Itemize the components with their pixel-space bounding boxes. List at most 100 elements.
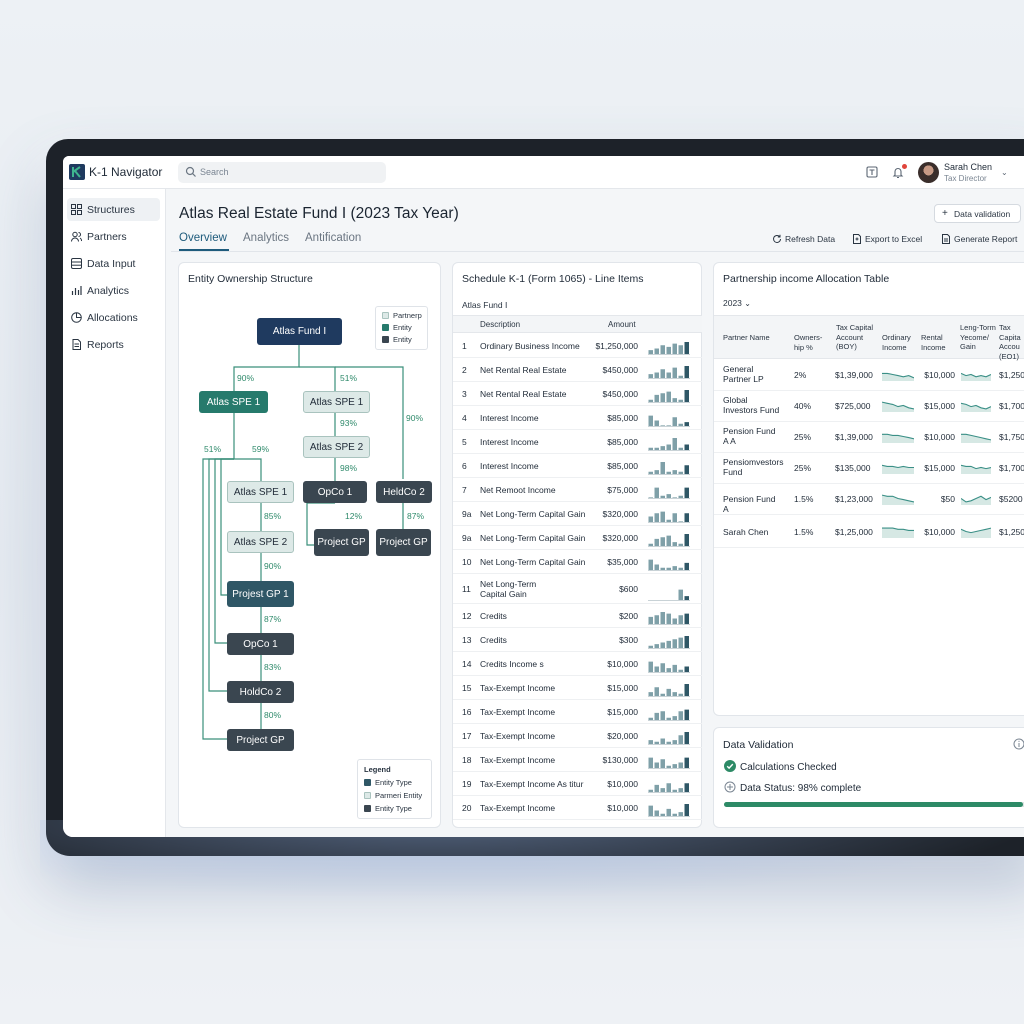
sidebar-item-allocations[interactable]: Allocations (67, 306, 160, 329)
legend-title: Legend (364, 765, 391, 774)
node-atlas-fund[interactable]: Atlas Fund I (257, 318, 342, 345)
table-row[interactable]: 5 Interest Income $85,000 (453, 430, 702, 454)
year-value: 2023 (723, 298, 742, 308)
partners-icon (71, 231, 82, 242)
table-row[interactable]: 1 Ordinary Business Income $1,250,000 (453, 334, 702, 358)
tab-overview[interactable]: Overview (179, 232, 227, 244)
node-atlas-spe1[interactable]: Atlas SPE 1 (303, 391, 370, 413)
year-select[interactable]: 2023 ⌄ (723, 298, 751, 308)
table-row[interactable]: 9a Net Long-Term Capital Gain $320,000 (453, 502, 702, 526)
table-row[interactable]: 4 Interest Income $85,000 (453, 406, 702, 430)
report-icon (942, 234, 950, 244)
table-row[interactable]: 13 Credits $300 (453, 628, 702, 652)
sparkline-area (882, 494, 914, 505)
node-atlas-spe1[interactable]: Atlas SPE 1 (199, 391, 268, 413)
line-number: 3 (462, 389, 467, 399)
node-atlas-spe1[interactable]: Atlas SPE 1 (227, 481, 294, 503)
line-description: Tax-Exempt Income (480, 755, 556, 765)
sidebar-item-analytics[interactable]: Analytics (67, 279, 160, 302)
info-icon[interactable] (1013, 738, 1024, 750)
spark-bar (684, 534, 689, 547)
table-row[interactable]: 19 Tax-Exempt Income As titur $10,000 (453, 772, 702, 796)
sidebar-item-label: Data Input (87, 258, 136, 270)
generate-report-button[interactable]: Generate Report (941, 234, 1017, 244)
table-row[interactable]: Sarah Chen 1.5% $1,25,000 $10,000 $1,250 (714, 517, 1024, 548)
line-number: 2 (462, 365, 467, 375)
node-opco1[interactable]: OpCo 1 (227, 633, 294, 655)
table-row[interactable]: 18 Tax-Exempt Income $130,000 (453, 748, 702, 772)
plus-icon: + (942, 208, 948, 219)
spark-bar (684, 390, 689, 403)
table-row[interactable]: 2 Net Rental Real Estate $450,000 (453, 358, 702, 382)
table-row[interactable]: 12 Credits $200 (453, 604, 702, 628)
node-project-gp1[interactable]: Projest GP 1 (227, 581, 294, 607)
table-row[interactable]: 17 Tax-Exempt Income $20,000 (453, 724, 702, 748)
page-title: Atlas Real Estate Fund I (2023 Tax Year) (179, 205, 459, 222)
node-holdco2[interactable]: HeldCo 2 (376, 481, 432, 503)
spark-bar (648, 616, 653, 625)
node-project-gp[interactable]: Project GP (227, 729, 294, 751)
line-amount: $20,000 (607, 731, 638, 741)
sidebar-item-structures[interactable]: Structures (67, 198, 160, 221)
table-row[interactable]: 14 Credits Income s $10,000 (453, 652, 702, 676)
node-opco1[interactable]: OpCo 1 (303, 481, 367, 503)
refresh-data-button[interactable]: Refresh Data (772, 234, 835, 244)
node-atlas-spe2[interactable]: Atlas SPE 2 (227, 531, 294, 553)
spark-bar (660, 369, 665, 379)
table-row[interactable]: 7 Net Remoot Income $75,000 (453, 478, 702, 502)
table-row[interactable]: 16 Tax-Exempt Income $15,000 (453, 700, 702, 724)
progress-fill (724, 802, 1023, 807)
table-row[interactable]: 9a Net Long-Term Capital Gain $320,000 (453, 526, 702, 550)
ownership-pct: 25% (794, 463, 812, 473)
tab-analytics[interactable]: Analytics (243, 232, 289, 244)
capital-boy: $1,25,000 (835, 527, 873, 537)
card-title: Schedule K-1 (Form 1065) - Line Items (462, 273, 644, 285)
table-row[interactable]: 3 Net Rental Real Estate $450,000 (453, 382, 702, 406)
line-amount: $600 (619, 584, 638, 594)
sparkline-bars (648, 487, 690, 499)
node-project-gp[interactable]: Project GP (314, 529, 369, 556)
filter-icon[interactable] (865, 165, 879, 179)
spark-bar (678, 345, 683, 355)
data-validation-button[interactable]: + Data validation (934, 204, 1021, 223)
export-excel-button[interactable]: Export to Excel (852, 234, 922, 244)
table-row[interactable]: Pension Fund A A 25% $1,39,000 $10,000 $1,75… (714, 422, 1024, 453)
table-row[interactable]: General Partner LP 2% $1,39,000 $10,000 $1,2… (714, 360, 1024, 391)
sparkline-area (882, 464, 914, 474)
partner-name: Pensiomvestors Fund (723, 457, 784, 477)
capital-eoy: $1,700 (999, 401, 1024, 411)
capital-boy: $135,000 (835, 463, 871, 473)
col-ordinary: Ordinary Income (882, 333, 911, 352)
table-row[interactable]: 11 Net Long-Term Capital Gain $600 (453, 574, 702, 604)
line-number: 16 (462, 707, 472, 717)
sidebar-item-reports[interactable]: Reports (67, 333, 160, 356)
line-number: 15 (462, 683, 472, 693)
table-row[interactable]: Global Investors Fund 40% $725,000 $15,000 $… (714, 391, 1024, 422)
node-atlas-spe2[interactable]: Atlas SPE 2 (303, 436, 370, 458)
partner-name: Sarah Chen (723, 527, 769, 537)
calculations-checked: Calculations Checked (724, 760, 837, 773)
line-amount: $35,000 (607, 557, 638, 567)
table-row[interactable]: 6 Interest Income $85,000 (453, 454, 702, 478)
table-row[interactable]: 10 Net Long-Term Capital Gain $35,000 (453, 550, 702, 574)
node-holdco2[interactable]: HoldCo 2 (227, 681, 294, 703)
search-input[interactable]: Search (178, 162, 386, 183)
table-row[interactable]: 15 Tax-Exempt Income $15,000 (453, 676, 702, 700)
table-row[interactable]: Pensiomvestors Fund 25% $135,000 $15,000 $1,… (714, 453, 1024, 484)
spark-bar (648, 805, 653, 817)
tabs-divider (171, 251, 1024, 252)
spark-bar (654, 538, 659, 547)
table-row[interactable]: 20 Tax-Exempt Income $10,000 (453, 796, 702, 820)
rental-income: $10,000 (924, 370, 955, 380)
rental-income: $50 (940, 494, 955, 504)
spark-bar (678, 735, 683, 745)
table-row[interactable]: Pension Fund A 1.5% $1,23,000 $50 $5200 (714, 484, 1024, 515)
sidebar-item-data-input[interactable]: Data Input (67, 252, 160, 275)
sidebar-item-partners[interactable]: Partners (67, 225, 160, 248)
sparkline-area (882, 433, 914, 443)
node-project-gp[interactable]: Project GP (376, 529, 431, 556)
chevron-down-icon[interactable]: ⌄ (1001, 168, 1008, 177)
data-input-icon (71, 258, 82, 269)
avatar[interactable] (918, 162, 939, 183)
tab-antification[interactable]: Antification (305, 232, 361, 244)
